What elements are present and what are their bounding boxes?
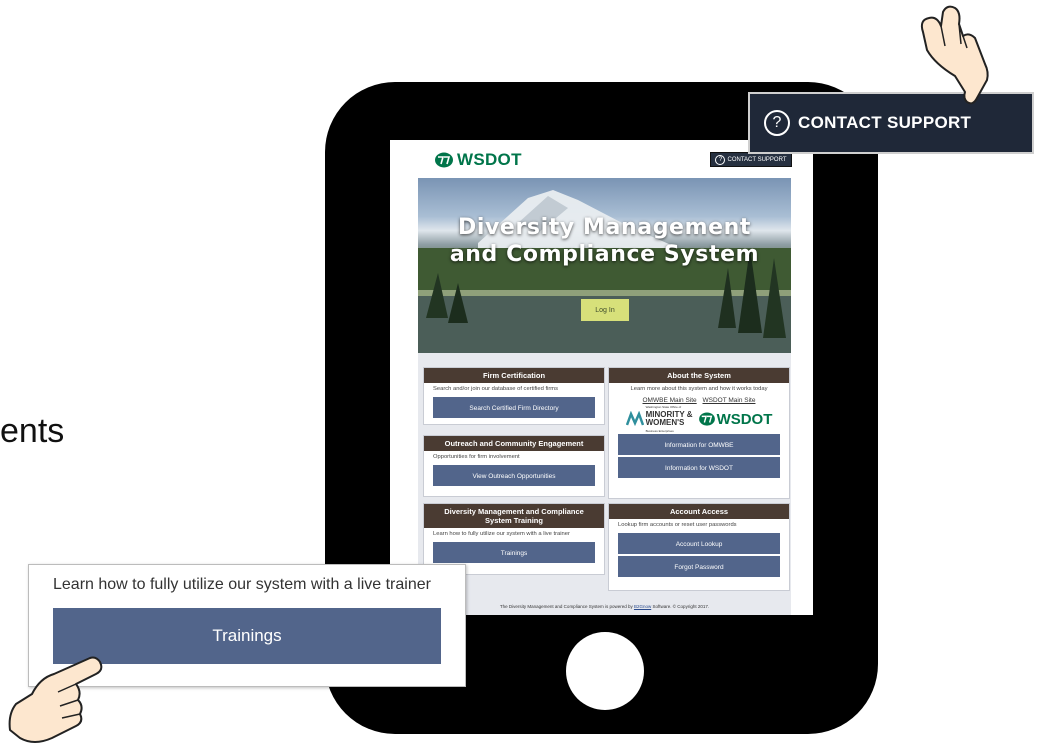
wsdot-main-site-link[interactable]: WSDOT Main Site [703, 397, 756, 404]
account-access-card: Account Access Lookup firm accounts or r… [608, 503, 790, 591]
omwbe-logo-small2: Business Enterprises [645, 429, 674, 433]
account-access-title: Account Access [609, 504, 789, 519]
training-title: Diversity Management and Compliance Syst… [424, 504, 604, 528]
content-area: Firm Certification Search and/or join ou… [418, 353, 791, 615]
firm-certification-title: Firm Certification [424, 368, 604, 383]
footer-text-before: The Diversity Management and Compliance … [499, 604, 634, 609]
trainings-button[interactable]: Trainings [433, 542, 595, 563]
omwbe-logo: Washington State Office of MINORITY & WO… [625, 403, 693, 435]
hero-title-line1: Diversity Management [457, 215, 751, 240]
training-title-line2: System Training [485, 516, 543, 525]
slide-partial-text: ents [0, 412, 65, 450]
search-certified-firm-directory-button[interactable]: Search Certified Firm Directory [433, 397, 595, 418]
b2gnow-link[interactable]: B2Gnow [634, 604, 651, 609]
omwbe-logo-icon [625, 411, 644, 427]
partner-logos: Washington State Office of MINORITY & WO… [609, 403, 789, 435]
account-lookup-button[interactable]: Account Lookup [618, 533, 780, 554]
training-callout-button[interactable]: Trainings [53, 608, 441, 664]
wsdot-partner-logo: WSDOT [698, 410, 773, 428]
tablet-home-button [566, 632, 644, 710]
pointing-hand-icon [920, 5, 989, 105]
training-callout-description: Learn how to fully utilize our system wi… [53, 576, 431, 593]
hero-banner: Diversity Management and Compliance Syst… [418, 178, 791, 353]
account-access-description: Lookup firm accounts or reset user passw… [618, 522, 737, 528]
wsdot-partner-logo-text: WSDOT [716, 410, 773, 428]
information-for-wsdot-button[interactable]: Information for WSDOT [618, 457, 780, 478]
about-card: About the System Learn more about this s… [608, 367, 790, 499]
wsdot-logo-icon [698, 412, 715, 426]
information-for-omwbe-button[interactable]: Information for OMWBE [618, 434, 780, 455]
forgot-password-button[interactable]: Forgot Password [618, 556, 780, 577]
tablet-screen: WSDOT ? CONTACT SUPPORT Diversity Manage… [390, 140, 813, 615]
hero-title: Diversity Management and Compliance Syst… [418, 214, 791, 268]
view-outreach-opportunities-button[interactable]: View Outreach Opportunities [433, 465, 595, 486]
wsdot-logo[interactable]: WSDOT [435, 150, 522, 170]
footer-text-after: Software. © Copyright 2017. [651, 604, 710, 609]
training-description: Learn how to fully utilize our system wi… [433, 531, 570, 537]
pointing-hand-icon [8, 656, 103, 743]
question-icon: ? [764, 110, 790, 136]
site-footer: The Diversity Management and Compliance … [418, 604, 791, 609]
firm-certification-description: Search and/or join our database of certi… [433, 386, 559, 392]
about-description: Learn more about this system and how it … [630, 386, 768, 392]
outreach-description: Opportunities for firm involvement [433, 454, 520, 460]
omwbe-logo-line2: WOMEN'S [645, 418, 685, 427]
training-title-line1: Diversity Management and Compliance [444, 507, 584, 516]
login-button[interactable]: Log In [581, 299, 629, 321]
wsdot-logo-text: WSDOT [457, 150, 522, 169]
firm-certification-card: Firm Certification Search and/or join ou… [423, 367, 605, 425]
about-title: About the System [609, 368, 789, 383]
contact-support-callout-label: CONTACT SUPPORT [798, 113, 972, 132]
hero-title-line2: and Compliance System [449, 242, 760, 267]
question-icon: ? [715, 154, 726, 165]
contact-support-button[interactable]: ? CONTACT SUPPORT [710, 152, 792, 167]
outreach-card: Outreach and Community Engagement Opport… [423, 435, 605, 497]
outreach-title: Outreach and Community Engagement [424, 436, 604, 451]
wsdot-logo-icon [435, 152, 453, 168]
contact-support-label: CONTACT SUPPORT [727, 156, 787, 163]
